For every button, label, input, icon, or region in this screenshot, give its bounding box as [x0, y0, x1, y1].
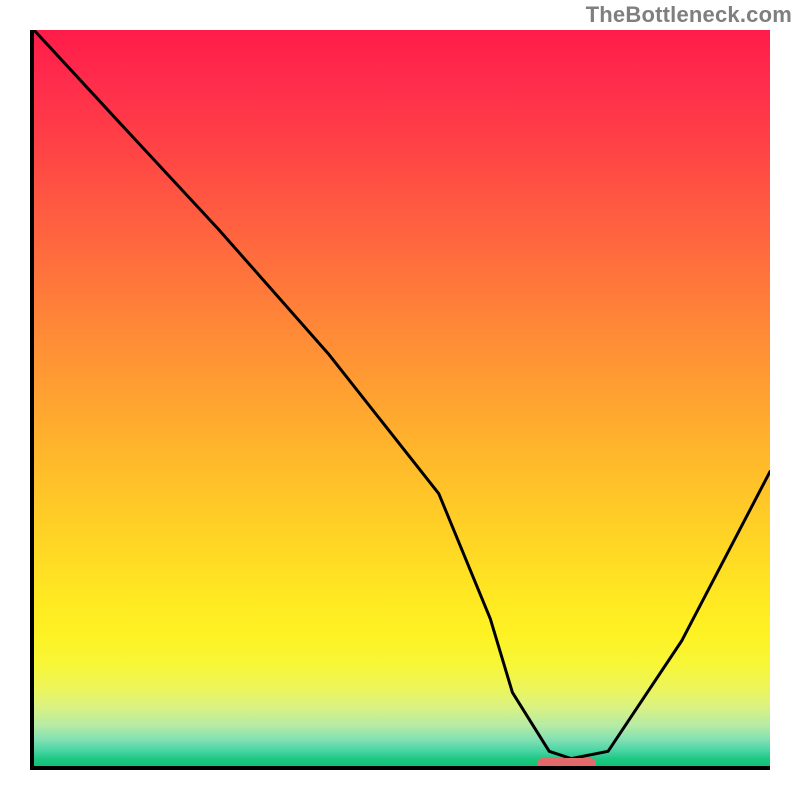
- plot-area: [30, 30, 770, 770]
- chart-canvas: TheBottleneck.com: [0, 0, 800, 800]
- optimum-marker: [537, 758, 596, 770]
- watermark-text: TheBottleneck.com: [586, 2, 792, 28]
- bottleneck-curve: [34, 30, 770, 766]
